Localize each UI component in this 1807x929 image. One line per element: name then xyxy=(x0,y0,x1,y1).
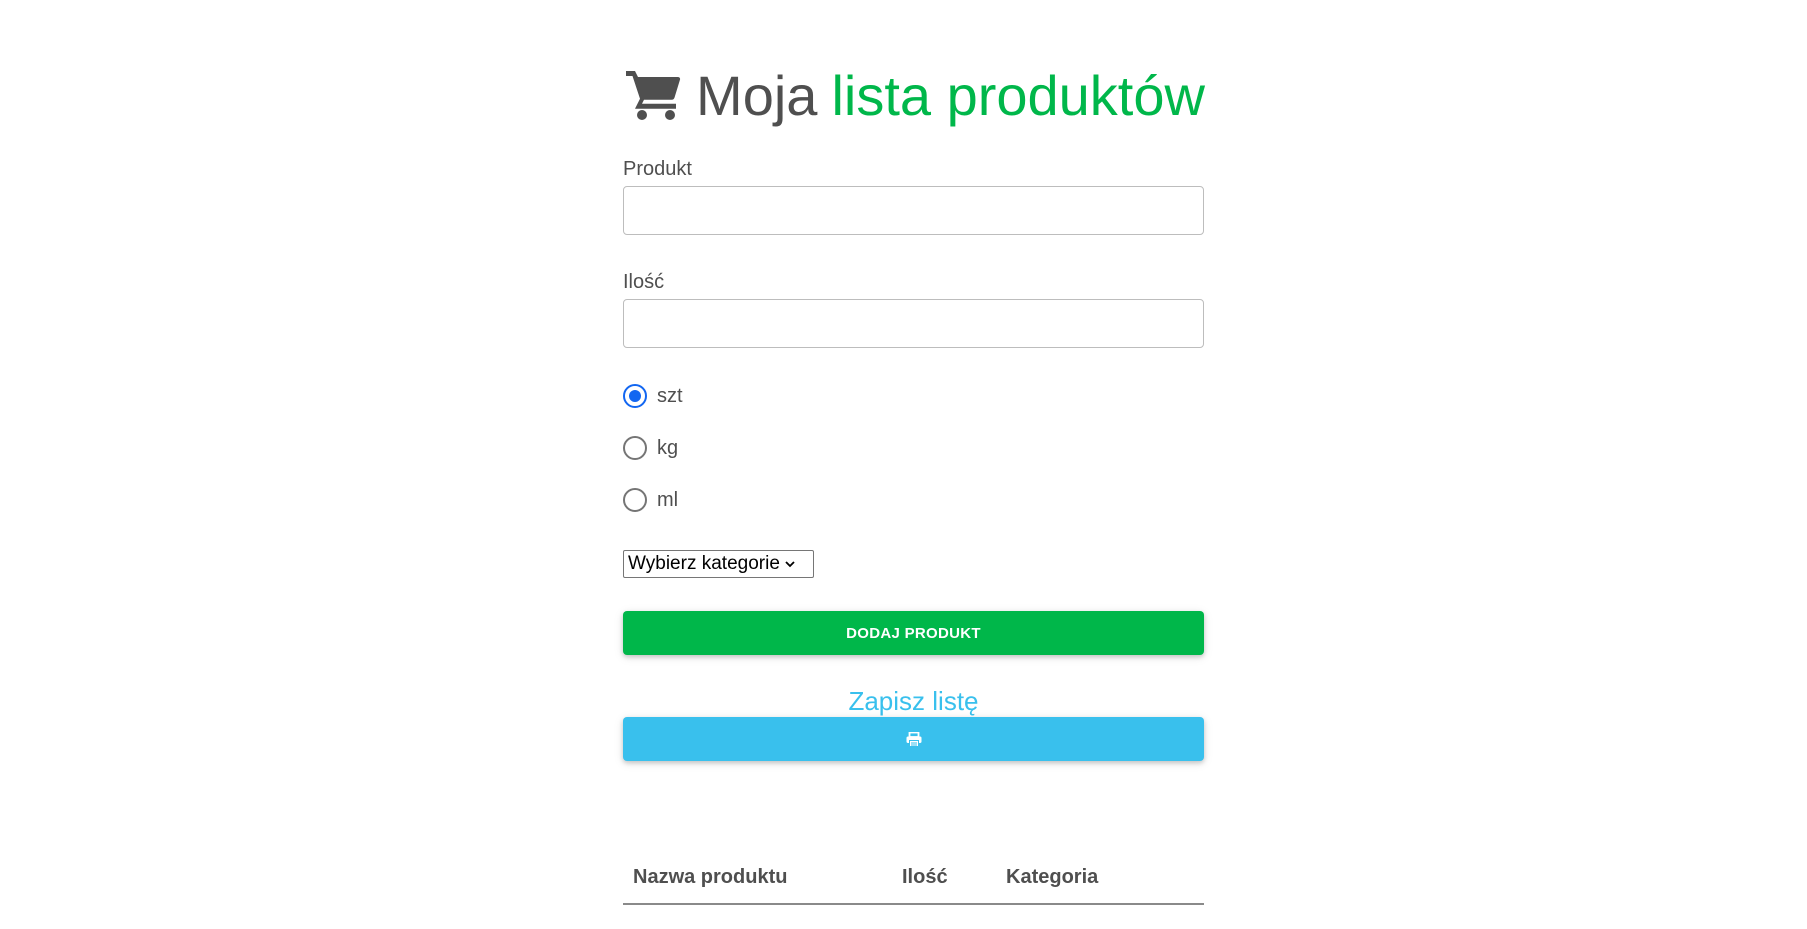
category-select-value: Wybierz kategorie xyxy=(628,553,780,574)
page-title: Moja lista produktów xyxy=(623,60,1206,130)
unit-option-kg[interactable]: kg xyxy=(623,433,678,463)
radio-ml[interactable] xyxy=(623,488,647,512)
quantity-label: Ilość xyxy=(623,271,665,293)
title-plain: Moja xyxy=(696,63,818,127)
print-icon xyxy=(906,731,921,747)
products-table-header: Nazwa produktu Ilość Kategoria xyxy=(623,860,1204,905)
print-button[interactable] xyxy=(623,717,1204,761)
add-product-button-label: DODAJ PRODUKT xyxy=(846,624,981,642)
product-label: Produkt xyxy=(623,158,692,180)
column-header-quantity: Ilość xyxy=(902,866,948,888)
page: Moja lista produktów Produkt Ilość szt k… xyxy=(0,0,1807,929)
chevron-down-icon xyxy=(785,561,795,568)
radio-label-kg: kg xyxy=(657,436,679,459)
radio-label-ml: ml xyxy=(657,488,679,511)
radio-kg[interactable] xyxy=(623,436,647,460)
add-product-button[interactable]: DODAJ PRODUKT xyxy=(623,611,1204,655)
quantity-input[interactable] xyxy=(623,299,1204,348)
shopping-cart-icon xyxy=(626,71,681,120)
radio-label-szt: szt xyxy=(657,384,683,407)
column-header-category: Kategoria xyxy=(1006,866,1099,888)
save-list-link[interactable]: Zapisz listę xyxy=(623,686,1204,717)
column-header-name: Nazwa produktu xyxy=(633,866,788,888)
title-accent: lista produktów xyxy=(831,63,1205,127)
radio-szt[interactable] xyxy=(623,384,647,408)
unit-option-szt[interactable]: szt xyxy=(623,381,683,411)
product-input[interactable] xyxy=(623,186,1204,235)
unit-option-ml[interactable]: ml xyxy=(623,485,678,515)
category-select[interactable]: Wybierz kategorie xyxy=(623,550,814,578)
